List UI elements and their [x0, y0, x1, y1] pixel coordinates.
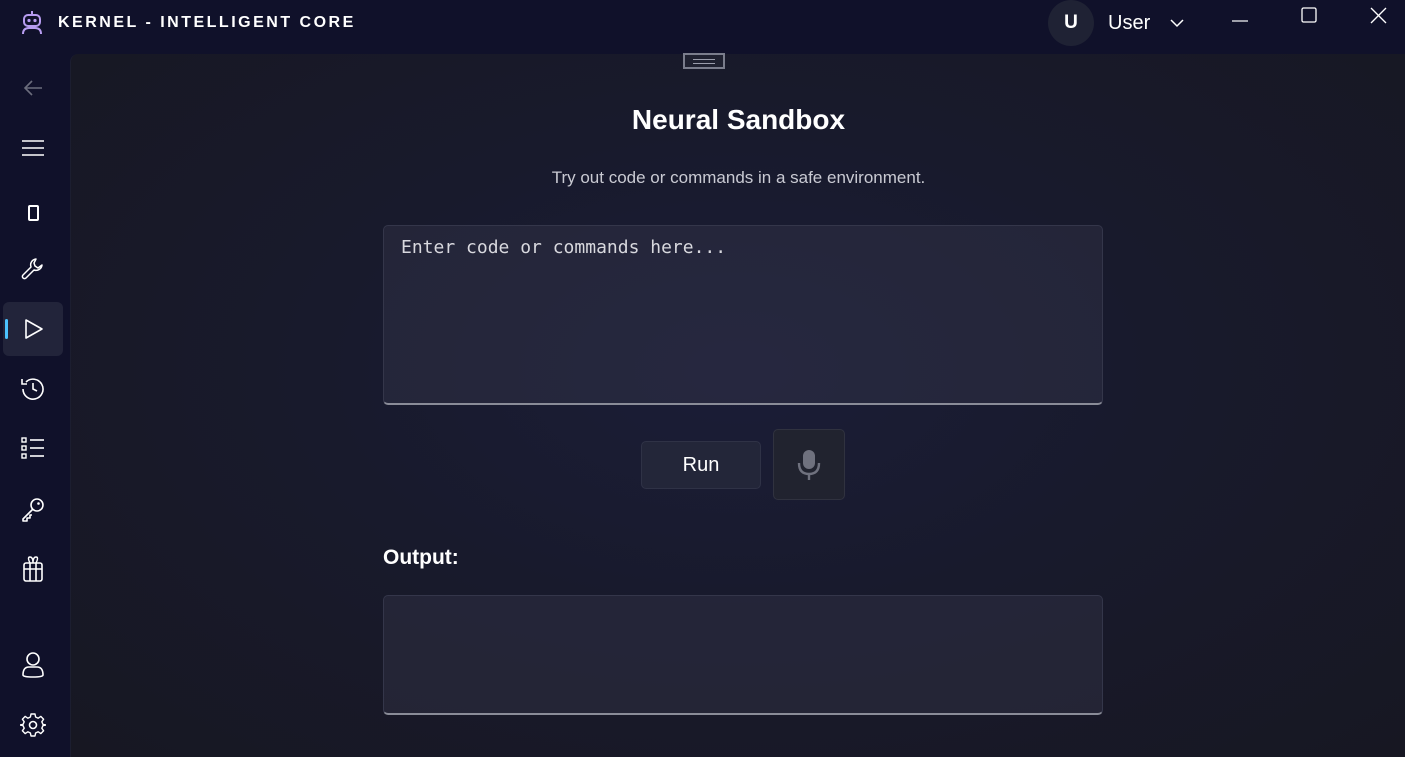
output-box [383, 595, 1103, 715]
sidebar-item-keys[interactable] [3, 482, 63, 536]
active-indicator [5, 319, 8, 339]
close-icon [1370, 7, 1387, 24]
back-arrow-icon [23, 80, 42, 96]
sidebar-item-tasks[interactable] [3, 421, 63, 475]
page-title: Neural Sandbox [631, 104, 846, 135]
close-button[interactable] [1355, 0, 1401, 32]
gear-icon [20, 713, 46, 737]
history-icon [21, 378, 44, 400]
menu-toggle-button[interactable] [3, 121, 63, 175]
key-icon [22, 498, 44, 522]
microphone-icon [797, 449, 821, 480]
user-menu[interactable]: U User [1048, 0, 1186, 46]
sidebar-item-device[interactable] [3, 186, 63, 240]
app-title: KERNEL - INTELLIGENT CORE [58, 14, 356, 31]
app-window: KERNEL - INTELLIGENT CORE U User Neural … [0, 0, 1405, 757]
sidebar-item-profile[interactable] [3, 638, 63, 692]
wrench-icon [21, 258, 43, 280]
phone-icon [28, 205, 39, 221]
sidebar-item-sandbox[interactable] [3, 302, 63, 356]
maximize-icon [1301, 7, 1317, 23]
sidebar-item-gifts[interactable] [3, 542, 63, 596]
sidebar-item-settings[interactable] [3, 698, 63, 752]
title-bar[interactable]: KERNEL - INTELLIGENT CORE U User [0, 0, 1405, 54]
sidebar-item-history[interactable] [3, 362, 63, 416]
gift-icon [23, 556, 43, 582]
maximize-button[interactable] [1286, 0, 1332, 32]
code-input[interactable] [383, 225, 1103, 405]
back-button[interactable] [3, 61, 63, 115]
avatar[interactable]: U [1048, 0, 1094, 46]
chevron-down-icon[interactable] [1168, 14, 1186, 32]
page-subtitle: Try out code or commands in a safe envir… [551, 168, 926, 187]
run-button[interactable]: Run [641, 441, 761, 489]
user-icon [22, 652, 44, 678]
microphone-button[interactable] [773, 429, 845, 500]
sidebar-item-tools[interactable] [3, 242, 63, 296]
task-list-icon [21, 437, 44, 459]
minimize-button[interactable] [1217, 0, 1263, 32]
main-content: Neural Sandbox Try out code or commands … [70, 53, 1405, 757]
play-icon [25, 319, 43, 339]
robot-logo-icon [22, 11, 42, 35]
minimize-icon [1232, 20, 1248, 22]
sidebar [0, 54, 70, 757]
output-label: Output: [383, 546, 459, 569]
drag-handle[interactable] [683, 53, 725, 69]
hamburger-menu-icon [22, 140, 44, 156]
user-name[interactable]: User [1108, 12, 1150, 35]
